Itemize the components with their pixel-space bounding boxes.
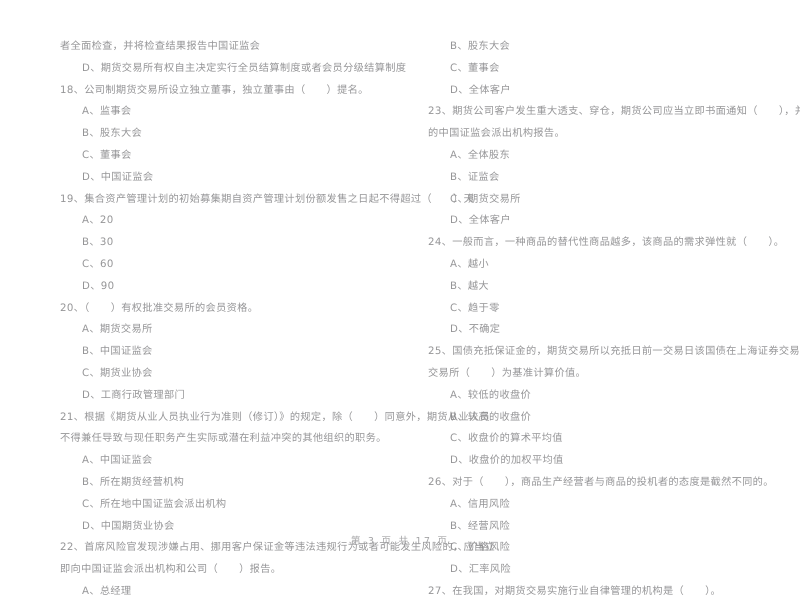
answer-option: D、中国证监会 <box>82 171 154 183</box>
left-column: 者全面检查，并将检查结果报告中国证监会 D、期货交易所有权自主决定实行全员结算制度… <box>0 0 495 597</box>
answer-option: A、总经理 <box>82 585 132 597</box>
answer-option: A、中国证监会 <box>82 455 153 467</box>
answer-option: D、收盘价的加权平均值 <box>450 455 564 467</box>
answer-option: C、收盘价的算术平均值 <box>450 433 563 445</box>
answer-option: C、董事会 <box>82 149 132 161</box>
question-text: 24、一般而言，一种商品的替代性商品越多，该商品的需求弹性就（ ）。 <box>428 237 785 249</box>
answer-option: A、越小 <box>450 258 489 270</box>
question-text: 23、期货公司客户发生重大透支、穿仓，期货公司应当立即书面通知（ ），并向其住所… <box>428 106 800 118</box>
answer-option: D、期货交易所有权自主决定实行全员结算制度或者会员分级结算制度 <box>82 62 407 74</box>
question-text: 18、公司制期货交易所设立独立董事，独立董事由（ ）提名。 <box>60 84 369 96</box>
question-text: 20、（ ）有权批准交易所的会员资格。 <box>60 302 259 314</box>
question-text-continuation: 不得兼任导致与现任职务产生实际或潜在利益冲突的其他组织的职务。 <box>60 433 387 445</box>
answer-option: C、期货交易所 <box>450 193 521 205</box>
answer-option: D、不确定 <box>450 324 501 336</box>
question-text-continuation: 的中国证监会派出机构报告。 <box>428 128 565 140</box>
answer-option: D、汇率风险 <box>450 564 511 576</box>
answer-option: C、所在地中国证监会派出机构 <box>82 498 227 510</box>
answer-option: B、越大 <box>450 280 489 292</box>
question-text-continuation: 即向中国证监会派出机构和公司（ ）报告。 <box>60 564 282 576</box>
question-text: 27、在我国，对期货交易实施行业自律管理的机构是（ ）。 <box>428 585 722 597</box>
two-column-body: 者全面检查，并将检查结果报告中国证监会 D、期货交易所有权自主决定实行全员结算制度… <box>0 0 800 597</box>
answer-option: B、30 <box>82 237 114 249</box>
answer-option: A、期货交易所 <box>82 324 153 336</box>
answer-option: C、趋于零 <box>450 302 500 314</box>
answer-option: D、全体客户 <box>450 84 511 96</box>
answer-option: D、全体客户 <box>450 215 511 227</box>
answer-option: B、较高的收盘价 <box>450 411 532 423</box>
question-text-continuation: 者全面检查，并将检查结果报告中国证监会 <box>60 41 261 52</box>
answer-option: C、董事会 <box>450 62 500 74</box>
page-footer: 第 3 页 共 17 页 <box>350 536 450 547</box>
question-text: 25、国债充抵保证金的，期货交易所以充抵日前一交易日该国债在上海证券交易所、深圳… <box>428 346 800 358</box>
answer-option: D、90 <box>82 280 115 292</box>
answer-option: D、工商行政管理部门 <box>82 389 186 401</box>
answer-option: A、全体股东 <box>450 149 511 161</box>
answer-option: A、信用风险 <box>450 498 511 510</box>
answer-option: A、20 <box>82 215 114 227</box>
answer-option: A、较低的收盘价 <box>450 389 532 401</box>
answer-option: B、所在期货经营机构 <box>82 476 185 488</box>
question-text: 19、集合资产管理计划的初始募集期自资产管理计划份额发售之日起不得超过（ ）天 <box>60 193 475 205</box>
answer-option: C、期货业协会 <box>82 367 153 379</box>
question-text-continuation: 交易所（ ）为基准计算价值。 <box>428 367 587 379</box>
question-text: 21、根据《期货从业人员执业行为准则（修订）》的规定，除（ ）同意外，期货从业人… <box>60 411 491 423</box>
answer-option: B、证监会 <box>450 171 500 183</box>
answer-option: B、股东大会 <box>82 128 143 140</box>
answer-option: B、股东大会 <box>450 41 511 52</box>
answer-option: B、中国证监会 <box>82 346 153 358</box>
answer-option: C、60 <box>82 258 114 270</box>
document-page: 者全面检查，并将检查结果报告中国证监会 D、期货交易所有权自主决定实行全员结算制度… <box>0 0 800 597</box>
question-text: 26、对于（ ），商品生产经营者与商品的投机者的态度是截然不同的。 <box>428 476 774 488</box>
answer-option: A、监事会 <box>82 106 132 118</box>
right-column: B、股东大会 C、董事会 D、全体客户 23、期货公司客户发生重大透支、穿仓，期货公司… <box>400 0 800 597</box>
